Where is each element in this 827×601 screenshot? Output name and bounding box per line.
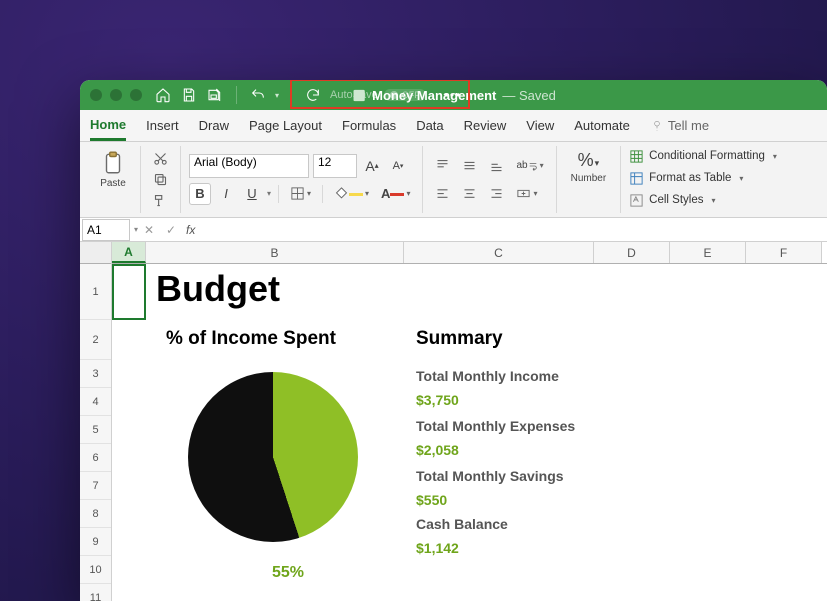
- row-header[interactable]: 5: [80, 416, 111, 444]
- align-left-icon[interactable]: [431, 183, 454, 205]
- summary-savings-value: $550: [416, 492, 447, 508]
- excel-window: ▾ AutoSave OFF ••• Money Management — Sa…: [80, 80, 827, 601]
- zoom-window[interactable]: [130, 89, 142, 101]
- conditional-formatting-button[interactable]: Conditional Formatting▾: [629, 146, 777, 166]
- align-top-icon[interactable]: [431, 155, 454, 177]
- paste-button[interactable]: Paste: [94, 146, 132, 193]
- fill-color-icon[interactable]: ▾: [330, 183, 373, 205]
- font-color-icon[interactable]: A▾: [377, 183, 414, 205]
- font-name-select[interactable]: Arial (Body): [189, 154, 309, 178]
- sheet-area[interactable]: Budget % of Income Spent Summary 55% Tot…: [112, 264, 827, 601]
- col-header-e[interactable]: E: [670, 242, 746, 263]
- document-title: Money Management — Saved: [351, 88, 556, 103]
- window-controls: [90, 89, 142, 101]
- tab-insert[interactable]: Insert: [146, 112, 179, 139]
- name-box[interactable]: A1: [82, 219, 130, 241]
- tab-page-layout[interactable]: Page Layout: [249, 112, 322, 139]
- align-bottom-icon[interactable]: [485, 155, 508, 177]
- spreadsheet-grid: 1 2 3 4 5 6 7 8 9 10 11 A B C D E F Budg…: [80, 242, 827, 601]
- accept-formula-icon[interactable]: ✓: [160, 223, 182, 237]
- row-header[interactable]: 9: [80, 528, 111, 556]
- underline-button[interactable]: U: [241, 183, 263, 205]
- decrease-font-icon[interactable]: A▾: [387, 155, 409, 177]
- row-header[interactable]: 8: [80, 500, 111, 528]
- tell-me[interactable]: Tell me: [650, 118, 709, 133]
- minimize-window[interactable]: [110, 89, 122, 101]
- cut-icon[interactable]: [149, 150, 172, 167]
- row-header[interactable]: 2: [80, 320, 111, 360]
- summary-cash-value: $1,142: [416, 540, 459, 556]
- row-header[interactable]: 7: [80, 472, 111, 500]
- titlebar: ▾ AutoSave OFF ••• Money Management — Sa…: [80, 80, 827, 110]
- close-window[interactable]: [90, 89, 102, 101]
- borders-icon[interactable]: ▾: [286, 183, 315, 205]
- increase-font-icon[interactable]: A▴: [361, 155, 383, 177]
- format-as-table-button[interactable]: Format as Table▾: [629, 168, 777, 188]
- summary-savings-label: Total Monthly Savings: [416, 468, 564, 484]
- tab-draw[interactable]: Draw: [199, 112, 229, 139]
- row-header[interactable]: 1: [80, 264, 111, 320]
- tab-data[interactable]: Data: [416, 112, 443, 139]
- ribbon: Paste Arial (Body) 12 A▴ A▾ B I U ▾ ▾: [80, 142, 827, 218]
- percent-spent-header: % of Income Spent: [166, 328, 336, 350]
- row-header[interactable]: 3: [80, 360, 111, 388]
- redo-icon[interactable]: [304, 86, 322, 104]
- row-header[interactable]: 4: [80, 388, 111, 416]
- col-header-b[interactable]: B: [146, 242, 404, 263]
- row-header[interactable]: 6: [80, 444, 111, 472]
- cell-styles-button[interactable]: Cell Styles▾: [629, 190, 777, 210]
- undo-dropdown[interactable]: ▾: [275, 91, 279, 100]
- save-icon[interactable]: [180, 86, 198, 104]
- italic-button[interactable]: I: [215, 183, 237, 205]
- col-header-d[interactable]: D: [594, 242, 670, 263]
- tab-formulas[interactable]: Formulas: [342, 112, 396, 139]
- summary-expenses-label: Total Monthly Expenses: [416, 418, 575, 434]
- wrap-text-icon[interactable]: ab▾: [512, 155, 547, 177]
- percent-spent-value: 55%: [272, 564, 304, 582]
- col-header-a[interactable]: A: [112, 242, 146, 263]
- number-format-button[interactable]: % ▾ Number: [565, 146, 613, 188]
- font-size-select[interactable]: 12: [313, 154, 357, 178]
- align-center-icon[interactable]: [458, 183, 481, 205]
- tab-view[interactable]: View: [526, 112, 554, 139]
- ribbon-tabs: Home Insert Draw Page Layout Formulas Da…: [80, 110, 827, 142]
- pie-chart[interactable]: [188, 372, 358, 542]
- format-painter-icon[interactable]: [149, 192, 172, 209]
- document-name: Money Management: [372, 88, 496, 103]
- save-as-icon[interactable]: [206, 86, 224, 104]
- bold-button[interactable]: B: [189, 183, 211, 205]
- select-all-corner[interactable]: [80, 242, 111, 264]
- align-right-icon[interactable]: [485, 183, 508, 205]
- cancel-formula-icon[interactable]: ✕: [138, 223, 160, 237]
- row-header[interactable]: 11: [80, 584, 111, 601]
- summary-expenses-value: $2,058: [416, 442, 459, 458]
- col-header-f[interactable]: F: [746, 242, 822, 263]
- summary-header: Summary: [416, 328, 503, 350]
- summary-income-value: $3,750: [416, 392, 459, 408]
- undo-icon[interactable]: [249, 86, 267, 104]
- formula-bar: A1 ▾ ✕ ✓ fx: [80, 218, 827, 242]
- summary-cash-label: Cash Balance: [416, 516, 508, 532]
- fx-label[interactable]: fx: [186, 223, 195, 237]
- budget-title: Budget: [156, 268, 280, 310]
- align-middle-icon[interactable]: [458, 155, 481, 177]
- copy-icon[interactable]: [149, 171, 172, 188]
- tab-review[interactable]: Review: [464, 112, 507, 139]
- tab-home[interactable]: Home: [90, 111, 126, 141]
- summary-income-label: Total Monthly Income: [416, 368, 559, 384]
- tab-automate[interactable]: Automate: [574, 112, 630, 139]
- col-header-c[interactable]: C: [404, 242, 594, 263]
- underline-dropdown[interactable]: ▾: [267, 189, 271, 198]
- document-status: — Saved: [502, 88, 555, 103]
- row-header[interactable]: 10: [80, 556, 111, 584]
- active-cell-outline: [112, 264, 146, 320]
- home-icon[interactable]: [154, 86, 172, 104]
- merge-icon[interactable]: ▾: [512, 183, 541, 205]
- formula-input[interactable]: [195, 218, 827, 241]
